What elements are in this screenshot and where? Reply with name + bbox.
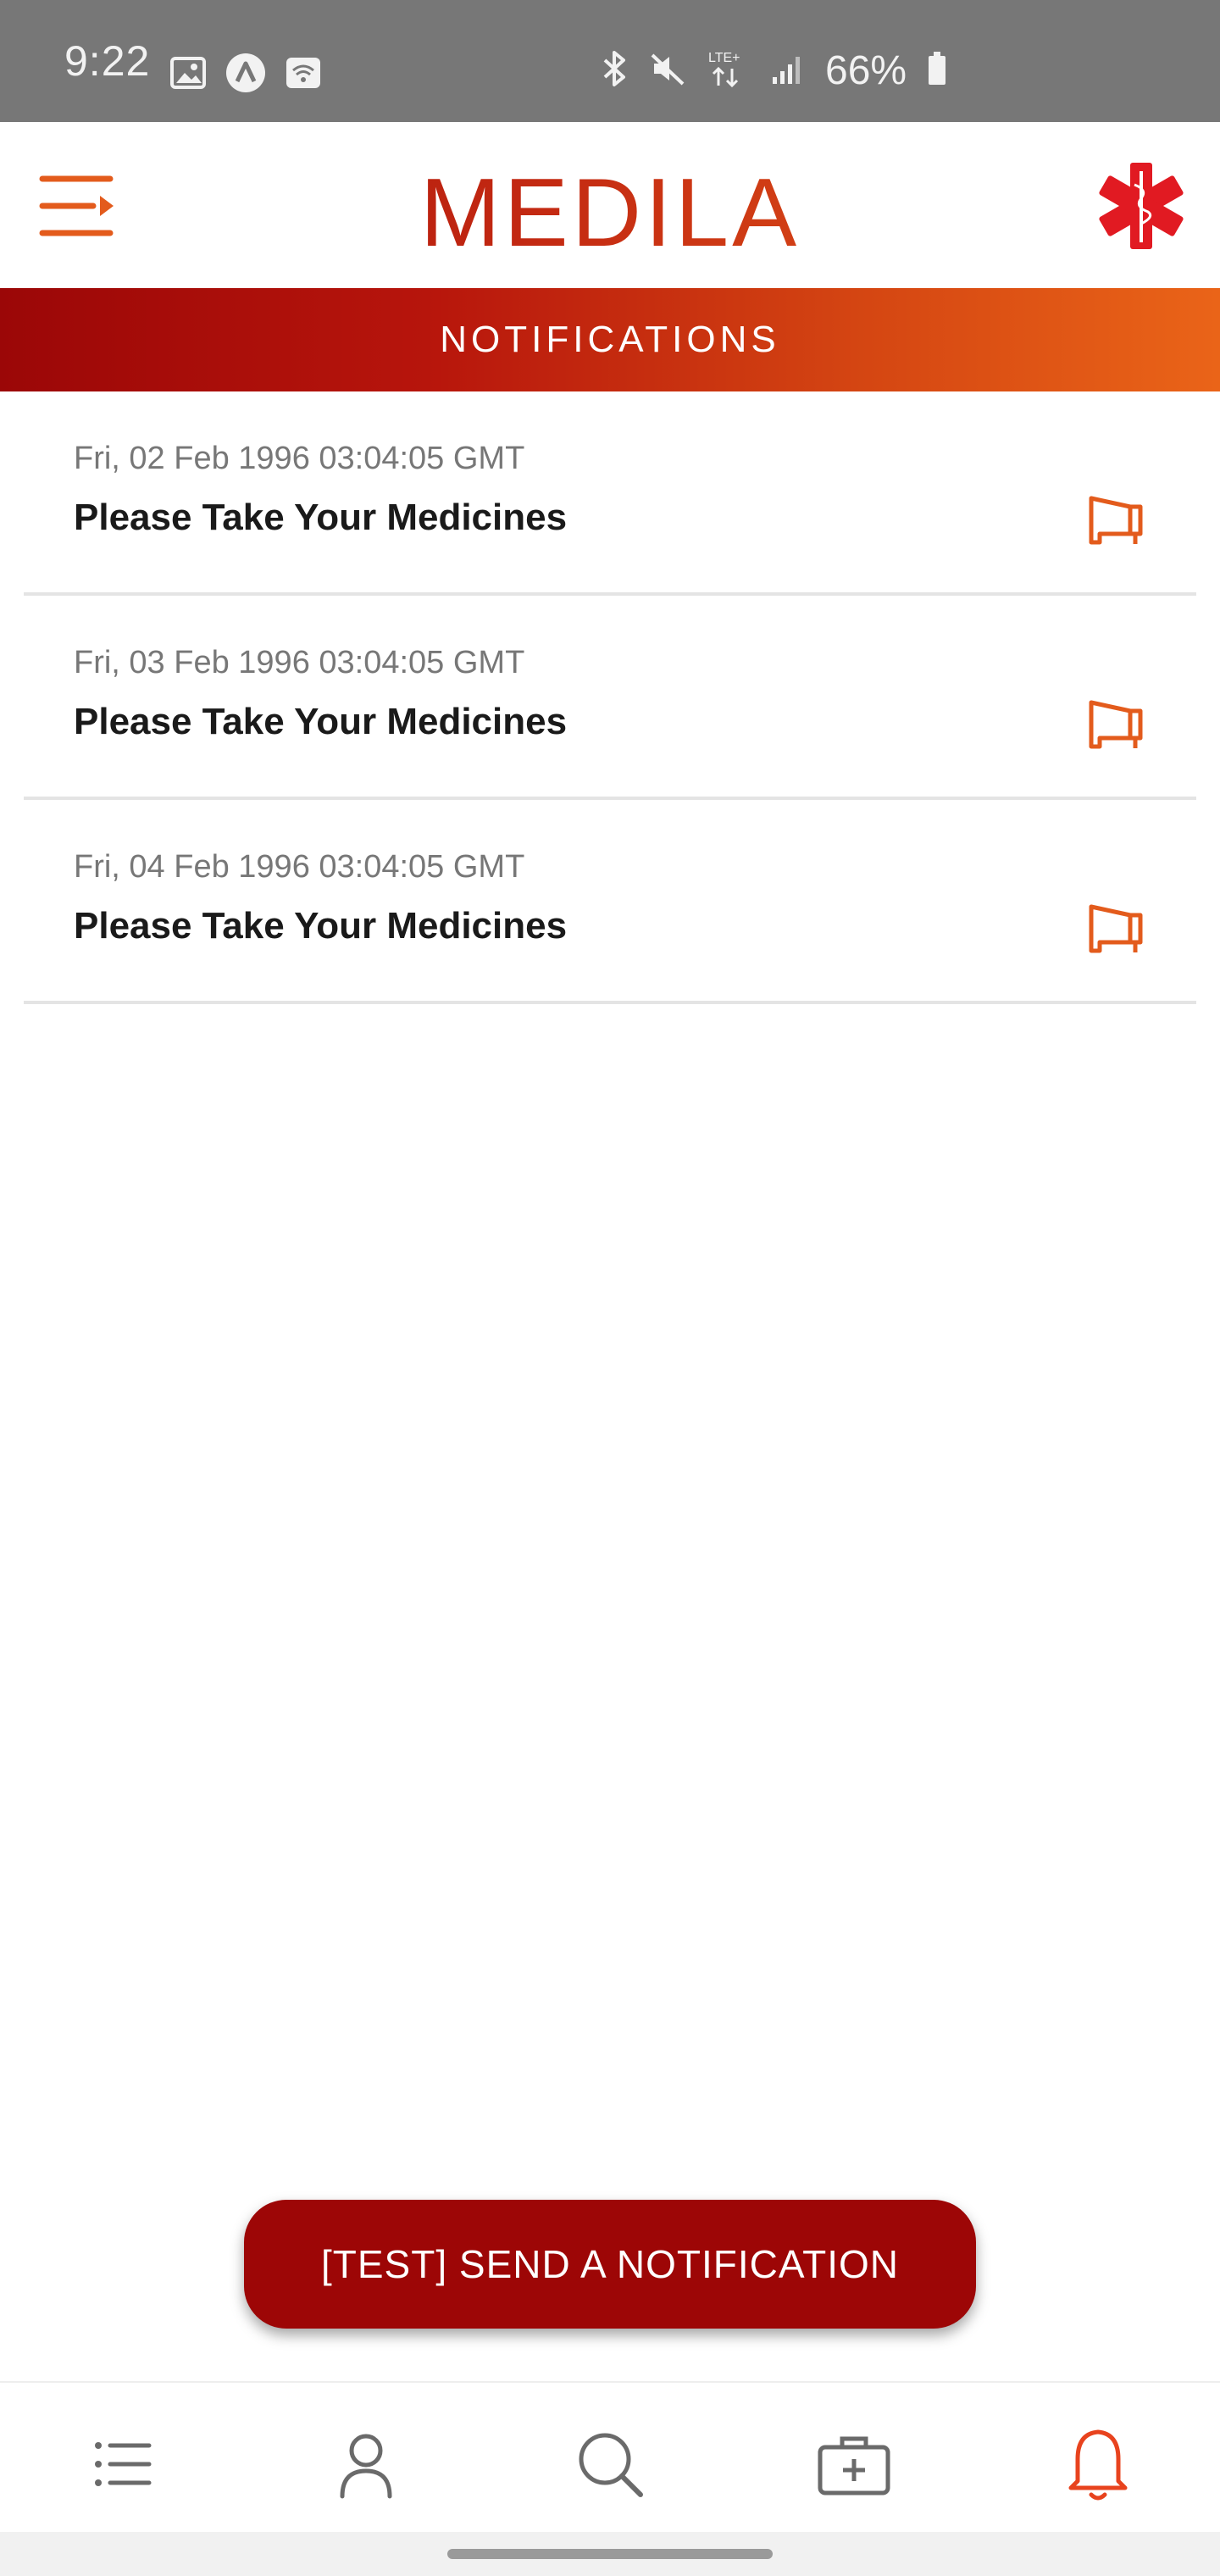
megaphone-icon [1088, 902, 1147, 956]
lte-label: LTE+ [708, 51, 740, 65]
brand-title: MEDILA [0, 158, 1220, 269]
send-test-notification-button[interactable]: [TEST] SEND A NOTIFICATION [244, 2200, 976, 2329]
notification-item[interactable]: Fri, 03 Feb 1996 03:04:05 GMT Please Tak… [24, 596, 1196, 800]
lte-icon: LTE+ [707, 48, 751, 93]
mute-icon [649, 50, 686, 92]
notifications-banner: NOTIFICATIONS [0, 288, 1220, 391]
notification-title: Please Take Your Medicines [74, 905, 568, 947]
list-icon[interactable] [81, 2423, 163, 2505]
notification-item[interactable]: Fri, 04 Feb 1996 03:04:05 GMT Please Tak… [24, 800, 1196, 1004]
medical-kit-icon[interactable] [813, 2423, 895, 2505]
megaphone-icon [1088, 493, 1147, 547]
notification-date: Fri, 03 Feb 1996 03:04:05 GMT [74, 645, 525, 680]
image-icon [169, 56, 207, 94]
notification-date: Fri, 04 Feb 1996 03:04:05 GMT [74, 849, 525, 885]
home-indicator[interactable] [447, 2549, 773, 2559]
bell-icon[interactable] [1057, 2423, 1139, 2505]
signal-icon [771, 52, 805, 90]
status-bar: 9:22 LTE+ 66% [0, 0, 1220, 122]
battery-icon [927, 51, 947, 91]
wifi-hotspot-icon [285, 56, 322, 94]
battery-percentage: 66% [825, 48, 907, 93]
bluetooth-icon [600, 49, 629, 92]
status-time: 9:22 [64, 37, 151, 85]
gesture-area [0, 2532, 1220, 2576]
notification-date: Fri, 02 Feb 1996 03:04:05 GMT [74, 441, 525, 476]
notification-title: Please Take Your Medicines [74, 701, 568, 742]
app-a-icon [225, 53, 266, 97]
megaphone-icon [1088, 697, 1147, 752]
app-header: MEDILA [0, 122, 1220, 288]
notification-title: Please Take Your Medicines [74, 497, 568, 538]
user-icon[interactable] [325, 2423, 407, 2505]
status-system-icons: LTE+ 66% [600, 47, 947, 94]
notification-list: Fri, 02 Feb 1996 03:04:05 GMT Please Tak… [24, 391, 1196, 1004]
app-screen: 9:22 LTE+ 66% MEDILA NOTIFICATIONS Fri, … [0, 0, 1220, 2576]
search-icon[interactable] [569, 2423, 651, 2505]
notification-item[interactable]: Fri, 02 Feb 1996 03:04:05 GMT Please Tak… [24, 391, 1196, 596]
bottom-nav [0, 2381, 1220, 2532]
status-notification-icons [169, 53, 322, 97]
star-of-life-icon [1095, 159, 1188, 253]
